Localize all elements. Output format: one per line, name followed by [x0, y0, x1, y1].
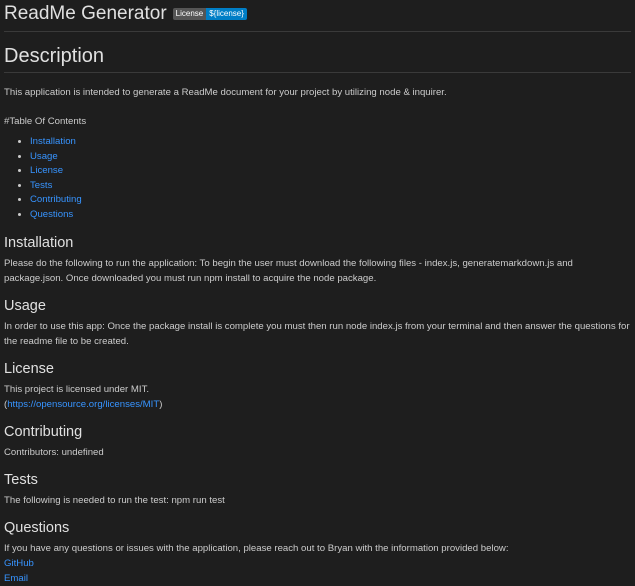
- page-title: ReadMe Generator License ${license}: [4, 0, 631, 32]
- usage-heading: Usage: [4, 297, 46, 314]
- toc-heading: #Table Of Contents: [4, 116, 87, 127]
- usage-text: In order to use this app: Once the packa…: [4, 320, 630, 347]
- tests-heading: Tests: [4, 471, 38, 488]
- license-text: This project is licensed under MIT.: [4, 383, 150, 395]
- license-link-line: (https://opensource.org/licenses/MIT): [4, 397, 631, 412]
- installation-heading: Installation: [4, 234, 74, 251]
- toc-link-contributing[interactable]: Contributing: [30, 194, 82, 205]
- badge-value: ${license}: [206, 7, 247, 20]
- paren-close: ): [159, 398, 163, 410]
- questions-heading: Questions: [4, 519, 70, 536]
- license-heading: License: [4, 360, 54, 377]
- contributing-text: Contributors: undefined: [4, 446, 104, 458]
- badge-label: License: [172, 7, 207, 20]
- title-text: ReadMe Generator: [4, 3, 167, 24]
- toc-list: Installation Usage License Tests Contrib…: [4, 135, 631, 223]
- installation-text: Please do the following to run the appli…: [4, 257, 573, 284]
- license-badge: License ${license}: [172, 7, 247, 20]
- questions-text: If you have any questions or issues with…: [4, 542, 509, 554]
- tests-text: The following is needed to run the test:…: [4, 494, 225, 506]
- contributing-heading: Contributing: [4, 423, 83, 440]
- toc-link-license[interactable]: License: [30, 165, 63, 176]
- toc-link-questions[interactable]: Questions: [30, 209, 73, 220]
- toc-link-tests[interactable]: Tests: [30, 180, 52, 191]
- markdown-preview: ReadMe Generator License ${license} Descr…: [0, 0, 635, 586]
- toc-link-installation[interactable]: Installation: [30, 136, 76, 147]
- email-link[interactable]: Email: [4, 573, 28, 584]
- description-text: This application is intended to generate…: [4, 87, 447, 98]
- toc-link-usage[interactable]: Usage: [30, 151, 58, 162]
- license-link[interactable]: https://opensource.org/licenses/MIT: [7, 399, 159, 410]
- github-link[interactable]: GitHub: [4, 558, 34, 569]
- description-heading: Description: [4, 32, 631, 73]
